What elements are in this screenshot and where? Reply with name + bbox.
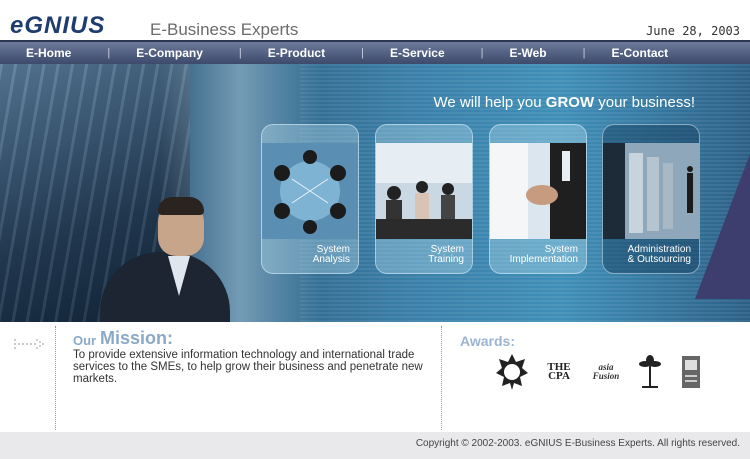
mission-our: Our <box>73 333 97 348</box>
header: eGNIUS E-Business Experts June 28, 2003 <box>0 0 750 40</box>
footer: Copyright © 2002-2003. eGNIUS E-Business… <box>0 432 750 459</box>
card-label: System Training <box>428 244 464 265</box>
nav-item-contact[interactable]: E-Contact <box>586 46 669 60</box>
copyright: Copyright © 2002-2003. eGNIUS E-Business… <box>415 438 740 449</box>
classroom-image <box>376 143 472 239</box>
nav-item-service[interactable]: E-Service <box>364 46 445 60</box>
tagline: E-Business Experts <box>150 20 299 39</box>
nav-separator: | <box>107 47 111 59</box>
handshake-image <box>490 143 586 239</box>
card-label: System Analysis <box>312 244 350 265</box>
nav-item-home[interactable]: E-Home <box>0 46 71 60</box>
cpa-software-news-logo[interactable]: THE CPA <box>539 352 579 392</box>
card-system-analysis[interactable]: System Analysis <box>261 124 359 274</box>
date-display: June 28, 2003 <box>646 24 740 38</box>
card-system-implementation[interactable]: System Implementation <box>489 124 587 274</box>
divider <box>55 326 56 430</box>
decor-triangle <box>695 154 750 299</box>
nav-separator: | <box>238 47 242 59</box>
palm-tree-logo[interactable] <box>636 352 664 392</box>
card-label: Administration & Outsourcing <box>627 244 691 265</box>
asia-fusion-logo[interactable]: asia Fusion <box>586 352 626 392</box>
award-seal-logo[interactable] <box>494 352 530 392</box>
meeting-table-image <box>262 143 358 239</box>
nav-item-company[interactable]: E-Company <box>110 46 203 60</box>
hero-slogan: We will help you GROW your business! <box>434 94 696 111</box>
mission-text: To provide extensive information technol… <box>73 349 423 385</box>
nav-item-web[interactable]: E-Web <box>484 46 547 60</box>
awards-title: Awards: <box>460 333 515 349</box>
nav-separator: | <box>480 47 484 59</box>
award-plaque-logo[interactable] <box>680 352 702 392</box>
card-administration-outsourcing[interactable]: Administration & Outsourcing <box>602 124 700 274</box>
main-nav: E-Home | E-Company | E-Product | E-Servi… <box>0 40 750 64</box>
card-system-training[interactable]: System Training <box>375 124 473 274</box>
slogan-post: your business! <box>594 94 695 111</box>
divider <box>441 326 442 430</box>
slogan-grow: GROW <box>545 94 595 111</box>
card-label: System Implementation <box>509 244 578 265</box>
nav-separator: | <box>582 47 586 59</box>
arrow-right-icon <box>14 339 44 349</box>
slogan-pre: We will help you <box>433 94 546 111</box>
businessman-hair <box>158 197 204 215</box>
nav-item-product[interactable]: E-Product <box>242 46 325 60</box>
mission-title: Mission: <box>100 328 174 348</box>
server-room-image <box>603 143 699 239</box>
logo[interactable]: eGNIUS <box>10 14 105 38</box>
nav-separator: | <box>361 47 364 59</box>
